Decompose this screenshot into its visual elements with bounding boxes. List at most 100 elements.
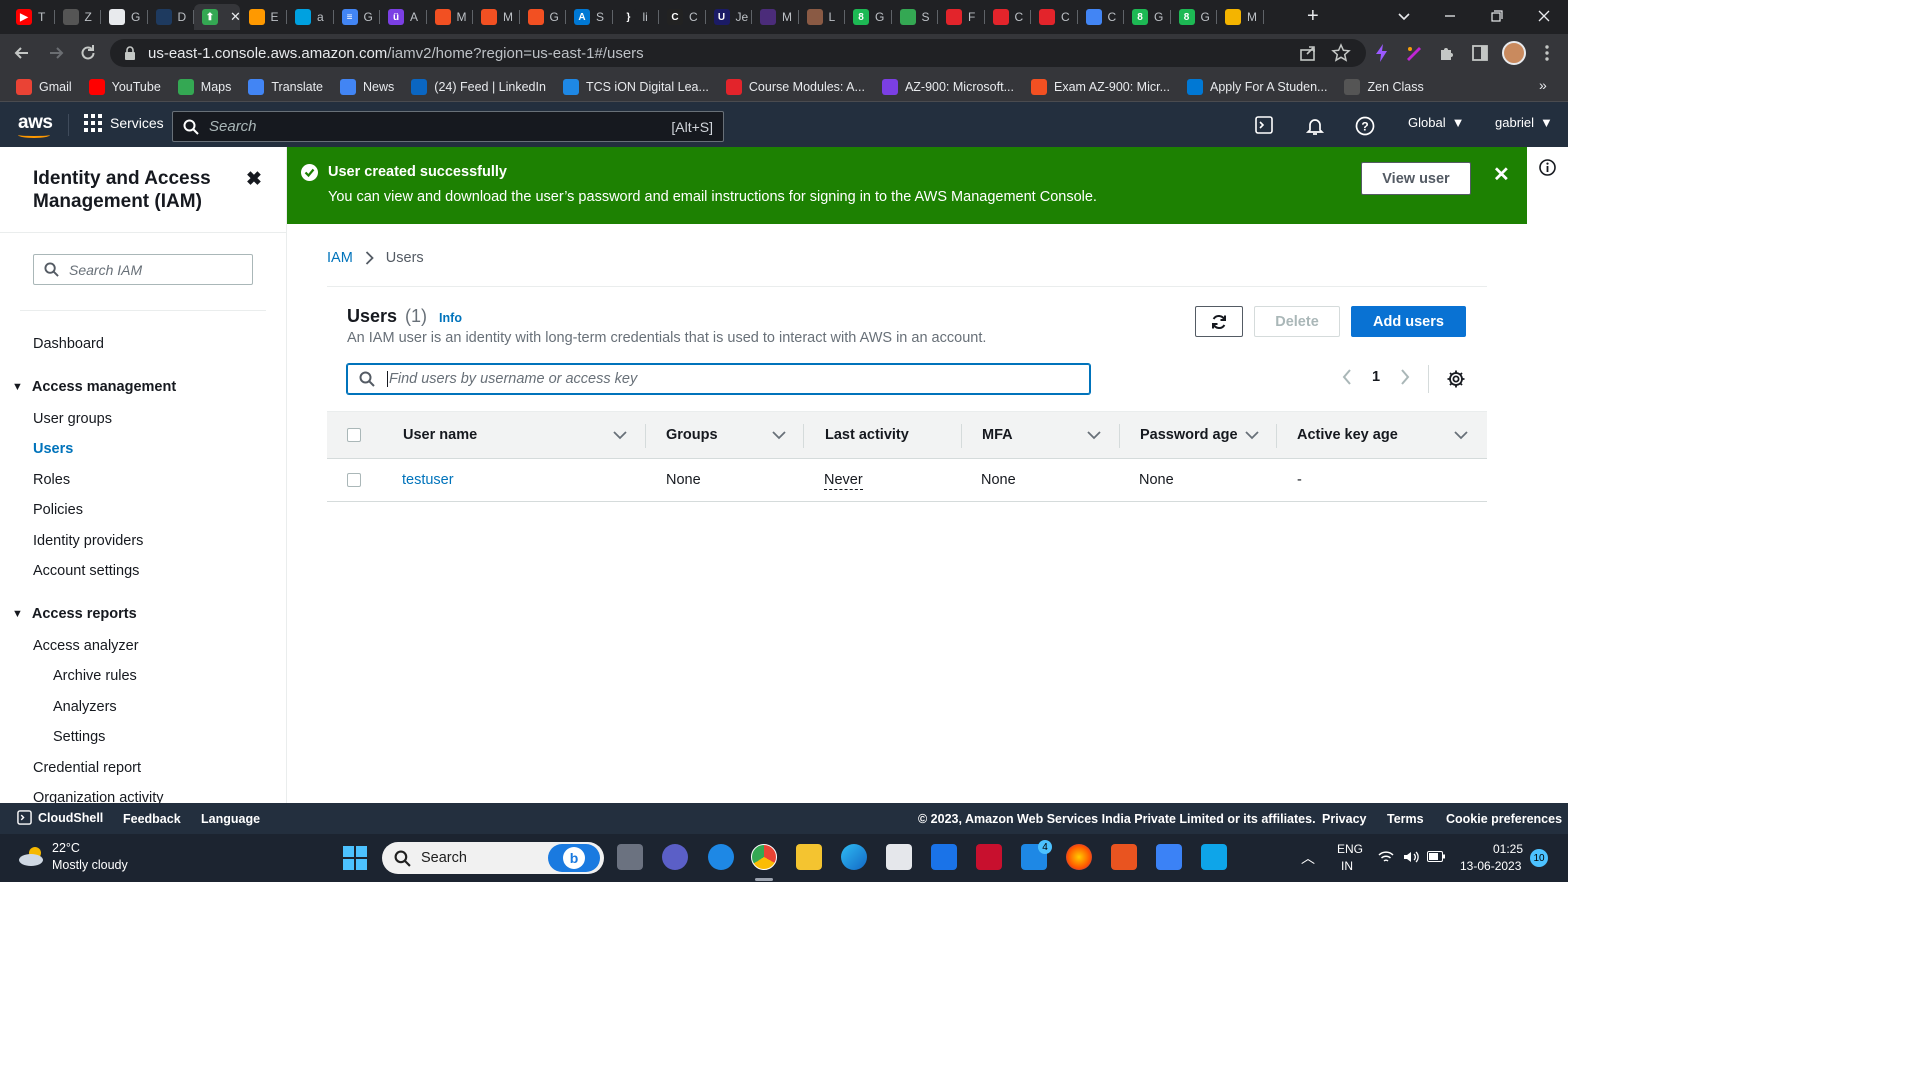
terms-link[interactable]: Terms bbox=[1387, 812, 1424, 826]
sidebar-section-access-reports[interactable]: ▼ Access reports bbox=[12, 606, 137, 622]
bookmark-star-icon[interactable] bbox=[1331, 43, 1351, 63]
volume-icon[interactable] bbox=[1403, 850, 1419, 864]
store-icon[interactable] bbox=[886, 844, 912, 870]
row-checkbox[interactable] bbox=[347, 473, 361, 487]
select-all-checkbox[interactable] bbox=[347, 428, 361, 442]
notifications-bell-icon[interactable] bbox=[1305, 116, 1325, 136]
sidebar-item-credential-report[interactable]: Credential report bbox=[33, 760, 141, 776]
aws-search-input[interactable]: Search [Alt+S] bbox=[172, 111, 724, 142]
browser-tab[interactable]: M bbox=[427, 4, 473, 30]
browser-tab[interactable]: Z bbox=[55, 4, 101, 30]
bookmarks-overflow-icon[interactable]: » bbox=[1539, 77, 1547, 93]
column-header-last-activity[interactable]: Last activity bbox=[825, 427, 909, 443]
browser-tab[interactable]: M bbox=[752, 4, 798, 30]
current-page[interactable]: 1 bbox=[1372, 369, 1380, 385]
browser-tab[interactable]: G bbox=[101, 4, 147, 30]
close-tab-icon[interactable]: ✕ bbox=[230, 9, 240, 25]
network-app-icon[interactable] bbox=[1156, 844, 1182, 870]
browser-tab[interactable]: CC bbox=[659, 4, 705, 30]
column-header-password-age[interactable]: Password age bbox=[1140, 427, 1238, 443]
notification-count-badge[interactable]: 10 bbox=[1530, 849, 1548, 867]
browser-tab[interactable]: M bbox=[1217, 4, 1263, 30]
sidebar-item-users[interactable]: Users bbox=[33, 441, 73, 457]
bookmark-item[interactable]: AZ-900: Microsoft... bbox=[881, 78, 1014, 95]
bookmark-item[interactable]: Exam AZ-900: Micr... bbox=[1031, 78, 1170, 95]
browser-tab[interactable]: L bbox=[799, 4, 845, 30]
ubuntu-icon[interactable] bbox=[1111, 844, 1137, 870]
sidebar-item-settings[interactable]: Settings bbox=[53, 729, 105, 745]
column-header-user-name[interactable]: User name bbox=[403, 427, 477, 443]
info-panel-icon[interactable] bbox=[1539, 159, 1556, 176]
browser-tab[interactable]: M bbox=[473, 4, 519, 30]
bookmark-item[interactable]: Maps bbox=[177, 78, 231, 95]
chevron-right-icon[interactable] bbox=[1400, 369, 1410, 385]
browser-tab[interactable]: C bbox=[1031, 4, 1077, 30]
edge-icon[interactable] bbox=[841, 844, 867, 870]
new-tab-icon[interactable]: + bbox=[1307, 5, 1319, 28]
language-code[interactable]: ENG bbox=[1337, 842, 1363, 856]
chrome-icon[interactable] bbox=[751, 844, 777, 870]
firefox-icon[interactable] bbox=[1066, 844, 1092, 870]
tab-search-icon[interactable] bbox=[1396, 8, 1412, 24]
help-icon[interactable]: ? bbox=[1355, 116, 1375, 136]
sidebar-item-dashboard[interactable]: Dashboard bbox=[33, 336, 104, 352]
browser-tab[interactable]: AS bbox=[566, 4, 612, 30]
sidebar-item-access-analyzer[interactable]: Access analyzer bbox=[33, 638, 139, 654]
sidebar-item-roles[interactable]: Roles bbox=[33, 472, 70, 488]
info-link[interactable]: Info bbox=[439, 311, 462, 325]
bing-icon[interactable]: b bbox=[548, 844, 600, 872]
column-header-active-key-age[interactable]: Active key age bbox=[1297, 427, 1398, 443]
breadcrumb-link-iam[interactable]: IAM bbox=[327, 250, 353, 266]
sidebar-item-account-settings[interactable]: Account settings bbox=[33, 563, 139, 579]
wifi-icon[interactable] bbox=[1378, 850, 1394, 864]
browser-tab[interactable]: } li bbox=[613, 4, 659, 30]
feedback-link[interactable]: Feedback bbox=[123, 812, 181, 826]
language-link[interactable]: Language bbox=[201, 812, 260, 826]
close-sidebar-icon[interactable]: ✖ bbox=[246, 168, 262, 191]
browser-tab[interactable]: ⬆ ✕ bbox=[194, 4, 240, 30]
sort-caret-icon[interactable] bbox=[772, 431, 786, 440]
side-panel-icon[interactable] bbox=[1470, 43, 1490, 63]
chevron-left-icon[interactable] bbox=[1342, 369, 1352, 385]
table-row[interactable]: testuser None Never None None - bbox=[327, 459, 1487, 502]
restore-window-icon[interactable] bbox=[1489, 8, 1505, 24]
browser-tab[interactable]: G bbox=[520, 4, 566, 30]
sidebar-item-user-groups[interactable]: User groups bbox=[33, 411, 112, 427]
services-menu-button[interactable]: Services bbox=[84, 114, 164, 132]
bookmark-item[interactable]: YouTube bbox=[88, 78, 161, 95]
chevron-up-icon[interactable]: ︿ bbox=[1301, 848, 1315, 868]
windows-start-icon[interactable] bbox=[343, 846, 367, 870]
sidebar-item-identity-providers[interactable]: Identity providers bbox=[33, 533, 143, 549]
lock-icon[interactable] bbox=[124, 46, 136, 60]
bookmark-item[interactable]: Course Modules: A... bbox=[725, 78, 865, 95]
profile-avatar[interactable] bbox=[1502, 41, 1526, 65]
file-explorer-icon[interactable] bbox=[796, 844, 822, 870]
sidebar-item-archive-rules[interactable]: Archive rules bbox=[53, 668, 137, 684]
extension-pen-icon[interactable] bbox=[1404, 43, 1424, 63]
bookmark-item[interactable]: TCS iON Digital Lea... bbox=[562, 78, 709, 95]
myhp-icon[interactable] bbox=[931, 844, 957, 870]
browser-tab[interactable]: 8G bbox=[845, 4, 891, 30]
browser-tab[interactable]: D bbox=[148, 4, 194, 30]
column-header-groups[interactable]: Groups bbox=[666, 427, 718, 443]
bookmark-item[interactable]: Zen Class bbox=[1344, 78, 1424, 95]
browser-tab[interactable]: ▶ T bbox=[8, 4, 54, 30]
user-name-link[interactable]: testuser bbox=[402, 472, 454, 488]
weather-cloud-icon[interactable] bbox=[18, 845, 46, 866]
add-users-button[interactable]: Add users bbox=[1351, 306, 1466, 337]
cloudshell-button[interactable]: CloudShell bbox=[17, 810, 103, 825]
browser-tab[interactable]: E bbox=[241, 4, 287, 30]
back-icon[interactable] bbox=[12, 43, 32, 63]
bookmark-item[interactable]: (24) Feed | LinkedIn bbox=[411, 78, 546, 95]
bookmark-item[interactable]: Apply For A Studen... bbox=[1187, 78, 1327, 95]
browser-tab[interactable]: F bbox=[938, 4, 984, 30]
browser-tab[interactable]: a bbox=[287, 4, 333, 30]
share-icon[interactable] bbox=[1298, 43, 1318, 63]
extensions-puzzle-icon[interactable] bbox=[1437, 43, 1457, 63]
privacy-link[interactable]: Privacy bbox=[1322, 812, 1366, 826]
browser-tab[interactable]: üA bbox=[380, 4, 426, 30]
user-search-input[interactable]: Find users by username or access key bbox=[347, 364, 1090, 394]
delete-button[interactable]: Delete bbox=[1254, 306, 1340, 337]
browser-tab[interactable]: S bbox=[892, 4, 938, 30]
browser-tab[interactable]: 8G bbox=[1124, 4, 1170, 30]
